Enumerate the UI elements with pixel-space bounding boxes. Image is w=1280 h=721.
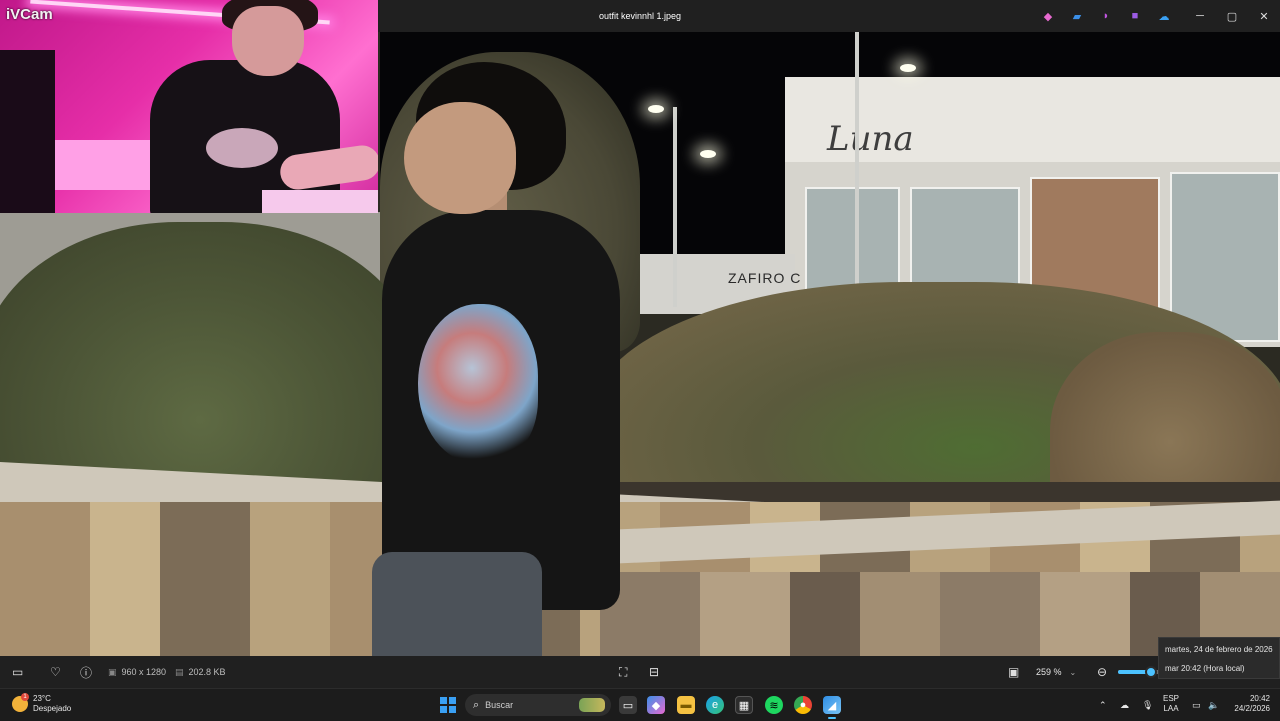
clipchamp-icon[interactable]: ◗: [1098, 8, 1114, 24]
desk: [55, 140, 165, 190]
fit-to-window-button[interactable]: ▣: [1008, 664, 1019, 680]
designer-icon[interactable]: ■: [1127, 8, 1143, 24]
photos-icon[interactable]: ◢: [823, 696, 841, 719]
chevron-down-icon: ⌄: [1069, 667, 1077, 677]
dimensions-readout: ▣ 960 x 1280: [108, 664, 166, 680]
start-button[interactable]: [440, 697, 456, 713]
speaker-glyph: 🔈: [1208, 699, 1220, 710]
image-size-icon: ▣: [108, 666, 117, 677]
zoom-slider[interactable]: [1118, 666, 1160, 678]
lamp-light: [648, 105, 664, 113]
taskbar: 1 23°C Despejado ⌕ Buscar ▭ ◆ ▬ e ▦ ≋ ● …: [0, 688, 1280, 720]
volume-icon[interactable]: 🔈: [1208, 689, 1219, 721]
copilot-icon[interactable]: ◆: [1040, 8, 1056, 24]
zoom-level-dropdown[interactable]: 259 % ⌄: [1036, 664, 1076, 680]
camera-label: iVCam: [6, 6, 53, 23]
tooltip-time: mar 20:42 (Hora local): [1165, 664, 1245, 673]
microphone-icon[interactable]: 🎙: [1142, 689, 1153, 721]
search-placeholder: Buscar: [485, 700, 514, 710]
spotify-icon[interactable]: ≋: [765, 696, 783, 714]
filmstrip-button[interactable]: ▭: [12, 664, 23, 680]
photos-editor-icon[interactable]: ▰: [1069, 8, 1085, 24]
weather-sun-icon: 1: [12, 693, 29, 712]
window-controls: ─ ▢ ✕: [1184, 0, 1280, 32]
windows-logo-tile: [449, 697, 456, 704]
windows-logo-tile: [440, 706, 447, 713]
street-lamp: [855, 32, 859, 292]
compare-icon: ⊟: [649, 665, 660, 679]
input-language[interactable]: ESP LAA: [1163, 694, 1179, 714]
dimensions-text: 960 x 1280: [121, 667, 167, 677]
info-button[interactable]: ⓘ: [80, 664, 92, 680]
photos-app-window: outfit kevinnhl 1.jpeg ◆ ▰ ◗ ■ ☁ ─ ▢ ✕ L…: [0, 0, 1280, 688]
weather-text: 23°C Despejado: [33, 694, 71, 714]
street-lamp: [673, 107, 677, 307]
building-sign: Luna: [827, 119, 914, 159]
file-explorer-icon[interactable]: ▭: [619, 696, 637, 714]
keyboard: [262, 190, 378, 213]
lamp-light: [900, 64, 916, 72]
minimize-button[interactable]: ─: [1184, 0, 1216, 32]
windows-logo-tile: [440, 697, 447, 704]
window-title: outfit kevinnhl 1.jpeg: [598, 11, 682, 21]
streamer-face: [232, 6, 304, 76]
chevron-up-icon: ⌃: [1099, 699, 1107, 710]
filesize-readout: ▤ 202.8 KB: [175, 664, 226, 680]
clock-time: 20:42: [1249, 694, 1270, 703]
keyboard-layout: LAA: [1163, 704, 1179, 713]
mic-glyph: 🎙: [1142, 699, 1154, 710]
zoom-out-icon: ⊖: [1097, 665, 1108, 679]
speaker: [0, 50, 55, 213]
info-icon: ⓘ: [80, 665, 93, 680]
weather-widget[interactable]: 1 23°C Despejado: [12, 693, 71, 714]
onedrive-icon[interactable]: ☁: [1156, 8, 1172, 24]
search-highlight-image: [579, 698, 605, 712]
search-icon: ⌕: [473, 698, 480, 711]
edge-icon[interactable]: e: [706, 696, 724, 714]
network-icon[interactable]: ▭: [1192, 689, 1201, 721]
title-app-icons: ◆ ▰ ◗ ■ ☁: [1040, 8, 1172, 24]
weather-temp: 23°C: [33, 694, 51, 703]
zoom-level-text: 259 %: [1036, 667, 1062, 677]
clock-tooltip: martes, 24 de febrero de 2026 mar 20:42 …: [1158, 637, 1280, 679]
sweater-graphic: [418, 304, 538, 464]
fit-button[interactable]: ⛶: [619, 664, 627, 680]
viewer-toolbar: ▭ ♡ ⓘ ▣ 960 x 1280 ▤ 202.8 KB ⛶ ⊟ ▣ 259 …: [0, 656, 1280, 688]
focus-icon: ⛶: [619, 664, 628, 679]
folder-icon[interactable]: ▬: [677, 696, 695, 714]
language-code: ESP: [1163, 694, 1180, 703]
zoom-slider-thumb[interactable]: [1144, 666, 1157, 678]
taskbar-search[interactable]: ⌕ Buscar: [465, 694, 611, 716]
heart-icon: ♡: [50, 665, 61, 679]
windows-logo-tile: [449, 706, 456, 713]
notification-badge: 1: [21, 693, 29, 701]
shirt-logo: [206, 128, 278, 168]
weather-desc: Despejado: [33, 704, 72, 713]
fit-window-icon: ▣: [1008, 665, 1020, 679]
webcam-overlay: iVCam: [0, 0, 378, 213]
show-hidden-icons-button[interactable]: ⌃: [1099, 689, 1107, 721]
clock-date: 24/2/2026: [1234, 704, 1270, 713]
person-face: [404, 102, 516, 214]
tooltip-date: martes, 24 de febrero de 2026: [1165, 645, 1273, 654]
chrome-icon[interactable]: ●: [794, 696, 812, 714]
zoom-out-button[interactable]: ⊖: [1097, 664, 1107, 680]
close-button[interactable]: ✕: [1248, 0, 1280, 32]
monitor-glyph: ▭: [1192, 699, 1201, 710]
favorite-button[interactable]: ♡: [50, 664, 61, 680]
lamp-light: [700, 150, 716, 158]
taskbar-clock[interactable]: 20:42 24/2/2026: [1226, 694, 1270, 714]
person-jeans: [372, 552, 542, 656]
onedrive-tray-icon[interactable]: ☁: [1120, 689, 1129, 721]
filesize-text: 202.8 KB: [188, 667, 226, 677]
building-lettering: ZAFIRO C: [728, 270, 802, 286]
compare-button[interactable]: ⊟: [649, 664, 659, 680]
copilot-icon[interactable]: ◆: [647, 696, 665, 714]
filmstrip-icon: ▭: [12, 665, 24, 679]
maximize-button[interactable]: ▢: [1216, 0, 1248, 32]
file-icon: ▤: [175, 666, 184, 677]
store-icon[interactable]: ▦: [735, 696, 753, 714]
cloud-icon: ☁: [1120, 699, 1129, 710]
